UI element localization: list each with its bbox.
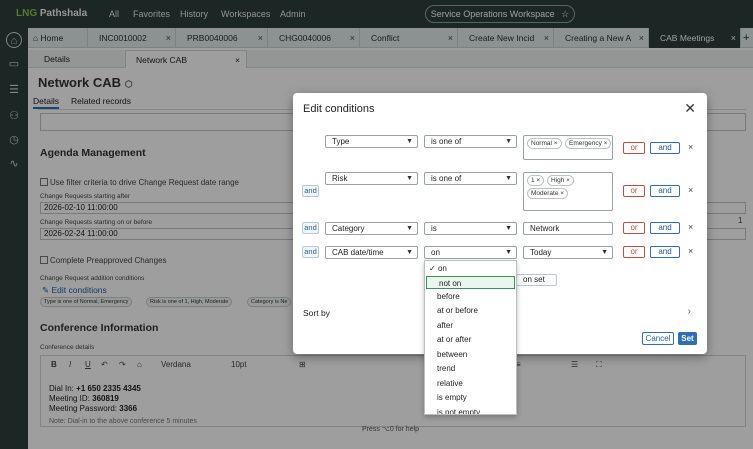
operator-value: is [431,224,437,233]
set-button[interactable]: Set [678,332,697,345]
caret-down-icon: ▼ [406,175,413,182]
and-button[interactable]: and [650,222,680,234]
caret-down-icon: ▼ [406,249,413,256]
operator-select[interactable]: is one of ▼ [424,135,517,148]
caret-down-icon: ▼ [601,249,608,256]
dropdown-option[interactable]: after [425,319,516,332]
value-text: Today [530,248,552,257]
field-value: CAB date/time [332,248,384,257]
connector-and: and [302,185,319,197]
operator-select[interactable]: is one of ▼ [424,172,517,185]
caret-down-icon: ▼ [406,138,413,145]
cancel-button[interactable]: Cancel [642,332,674,345]
dropdown-option[interactable]: trend [425,362,516,375]
dropdown-option[interactable]: between [425,348,516,361]
caret-down-icon: ▼ [505,225,512,232]
value-chip[interactable]: 1 × [527,175,545,186]
field-value: Risk [332,174,348,183]
dropdown-option[interactable]: at or before [425,304,516,317]
value-input[interactable]: Network [523,222,613,235]
dropdown-option[interactable]: before [425,290,516,303]
and-button[interactable]: and [650,246,680,258]
check-icon: ✓ [429,264,436,273]
value-chip[interactable]: Emergency × [565,138,612,149]
caret-down-icon: ▼ [406,225,413,232]
remove-condition-icon[interactable]: × [688,185,693,195]
operator-select[interactable]: is ▼ [424,222,517,235]
field-select[interactable]: Type ▼ [325,135,418,148]
value-chip[interactable]: Normal × [527,138,562,149]
connector-and: and [302,222,319,234]
field-value: Category [332,224,365,233]
dropdown-option[interactable]: is empty [425,391,516,404]
connector-and: and [302,246,319,258]
value-chip[interactable]: High × [547,175,574,186]
dropdown-option[interactable]: is not empty [425,406,516,414]
and-button[interactable]: and [650,185,680,197]
caret-down-icon: ▼ [505,249,512,256]
remove-condition-icon[interactable]: × [688,142,693,152]
operator-select[interactable]: on ▼ [424,246,517,259]
close-icon[interactable]: ✕ [684,100,696,117]
or-button[interactable]: or [623,142,645,154]
operator-value: is one of [431,174,462,183]
field-value: Type [332,137,350,146]
operator-value: on [431,248,440,257]
and-button[interactable]: and [650,142,680,154]
or-button[interactable]: or [623,246,645,258]
dropdown-option[interactable]: at or after [425,333,516,346]
caret-down-icon: ▼ [505,175,512,182]
remove-condition-icon[interactable]: × [688,246,693,256]
sort-by-label[interactable]: Sort by [303,308,330,318]
modal-title: Edit conditions [303,103,375,115]
caret-down-icon: ▼ [505,138,512,145]
value-chip[interactable]: Moderate × [527,188,569,199]
or-button[interactable]: or [623,222,645,234]
operator-value: is one of [431,137,462,146]
value-multiselect[interactable]: Normal × Emergency × [523,135,613,160]
remove-condition-icon[interactable]: × [688,222,693,232]
dropdown-option[interactable]: relative [425,377,516,390]
field-select[interactable]: Risk ▼ [325,172,418,185]
field-select[interactable]: Category ▼ [325,222,418,235]
field-select[interactable]: CAB date/time ▼ [325,246,418,259]
dropdown-option[interactable]: not on [426,276,515,289]
operator-dropdown-list: ✓ on not on before at or before after at… [424,260,517,415]
value-select[interactable]: Today ▼ [523,246,613,259]
or-button[interactable]: or [623,185,645,197]
value-multiselect[interactable]: 1 × High × Moderate × [523,172,613,211]
dropdown-option[interactable]: ✓ on [425,262,516,275]
new-condition-set-button[interactable]: on set [515,274,557,286]
chevron-right-icon[interactable]: › [688,306,691,317]
